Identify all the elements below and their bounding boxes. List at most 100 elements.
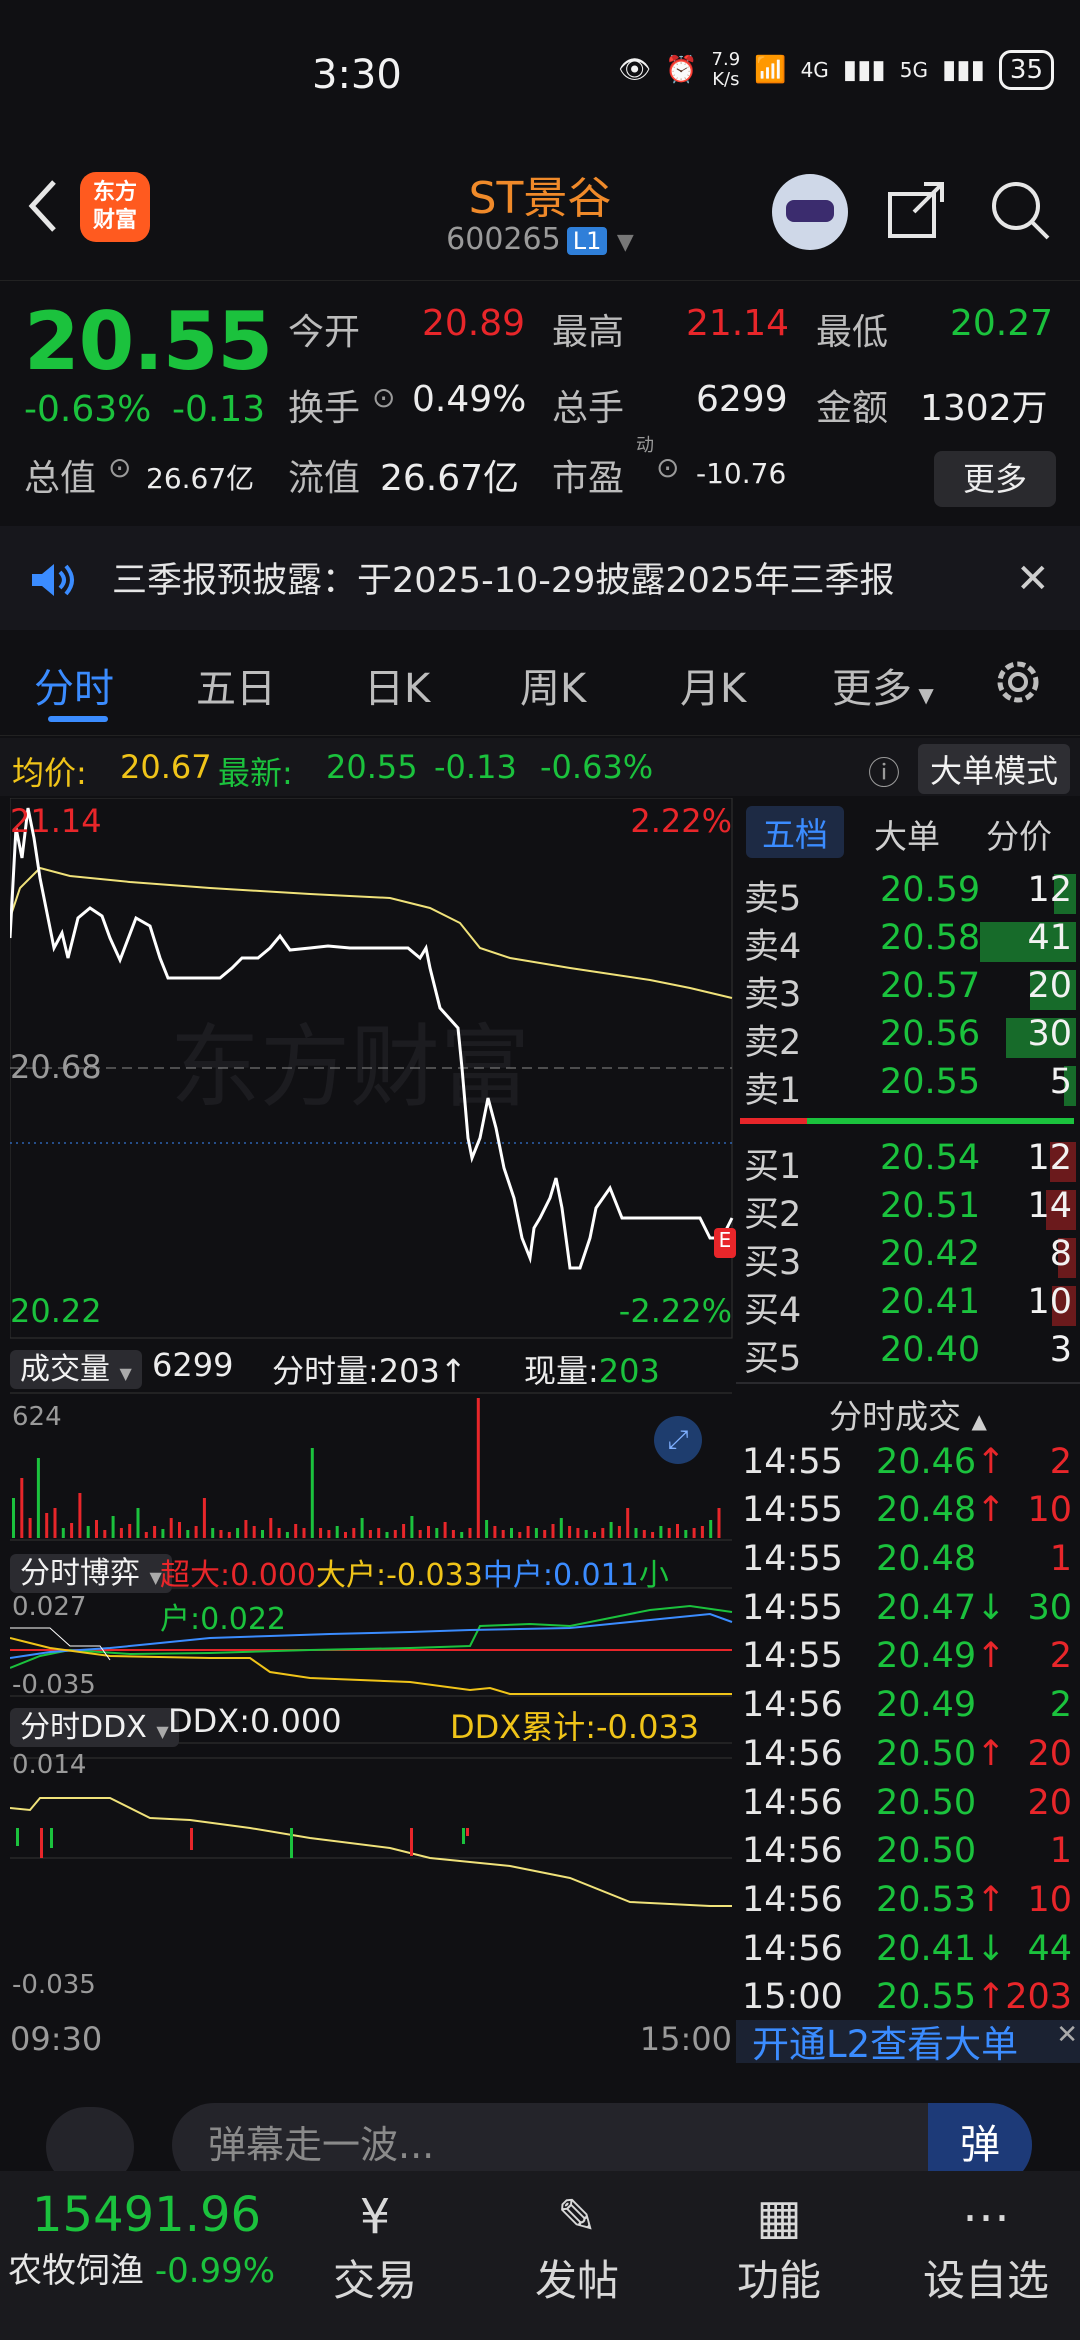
volume-bar bbox=[360, 1518, 364, 1538]
latest-chg: -0.13 bbox=[434, 748, 517, 786]
game-bottom-label: -0.035 bbox=[12, 1670, 96, 1700]
volume-bar bbox=[45, 1513, 49, 1538]
total-mv-label: 总值 bbox=[24, 458, 97, 499]
trade-row: 14:55 20.48↑ 10 bbox=[742, 1490, 1072, 1530]
bid-row[interactable]: 买3 20.42 8 bbox=[736, 1234, 1080, 1283]
volume-bar bbox=[427, 1526, 430, 1538]
ask-row[interactable]: 卖3 20.57 20 bbox=[736, 966, 1080, 1015]
eye-icon: 👁 bbox=[618, 55, 652, 85]
tab-big-order[interactable]: 大单 bbox=[874, 810, 940, 858]
robot-assistant-icon[interactable] bbox=[772, 174, 848, 250]
close-icon[interactable]: ✕ bbox=[1056, 2010, 1078, 2060]
tab-price-dist[interactable]: 分价 bbox=[986, 810, 1052, 858]
volume-bar bbox=[194, 1526, 198, 1538]
tab-five-level[interactable]: 五档 bbox=[746, 806, 844, 858]
float-mv-value: 26.67亿 bbox=[380, 458, 520, 499]
last-price: 20.55 bbox=[24, 295, 273, 388]
chart-tabs: 分时 五日 日K 周K 月K 更多 ▼ bbox=[0, 632, 1080, 736]
edit-icon: ✎ bbox=[556, 2189, 598, 2245]
nav-trade[interactable]: ¥ 交易 bbox=[300, 2187, 450, 2308]
ask-row[interactable]: 卖1 20.55 5 bbox=[736, 1062, 1080, 1111]
trade-row: 14:56 20.50↑ 20 bbox=[742, 1734, 1072, 1774]
game-top-label: 0.027 bbox=[12, 1592, 87, 1622]
tab-more[interactable]: 更多 ▼ bbox=[832, 656, 934, 714]
volume-bar bbox=[501, 1530, 505, 1538]
info-icon[interactable]: ⊙ bbox=[372, 381, 395, 414]
nav-functions[interactable]: ▦ 功能 bbox=[704, 2187, 854, 2308]
volume-bar bbox=[593, 1532, 596, 1538]
bid-row[interactable]: 买5 20.40 3 bbox=[736, 1330, 1080, 1379]
volume-bar bbox=[219, 1530, 223, 1538]
latest-label: 最新: bbox=[218, 754, 293, 792]
share-icon[interactable] bbox=[884, 178, 948, 246]
ask-row[interactable]: 卖4 20.58 41 bbox=[736, 918, 1080, 967]
caret-down-icon: ▼ bbox=[156, 1722, 169, 1741]
big-order-mode-button[interactable]: 大单模式 bbox=[917, 744, 1070, 794]
gear-icon[interactable] bbox=[990, 654, 1046, 714]
open-label: 今开 bbox=[288, 312, 361, 353]
volume-bar bbox=[626, 1508, 630, 1538]
search-icon[interactable] bbox=[988, 178, 1052, 246]
help-icon[interactable]: ⓘ bbox=[868, 748, 900, 794]
index-ticker[interactable]: 15491.96 农牧饲渔 -0.99% bbox=[8, 2187, 308, 2292]
trade-row: 14:55 20.47↓ 30 bbox=[742, 1588, 1072, 1628]
tick-volume: 分时量:203↑ bbox=[272, 1352, 467, 1390]
clock: 3:30 bbox=[312, 52, 402, 98]
price-bottom-label: 20.22 bbox=[10, 1292, 102, 1330]
more-button[interactable]: 更多 bbox=[934, 451, 1056, 507]
net-speed: 7.9 K/s bbox=[711, 49, 741, 90]
ddx-dropdown[interactable]: 分时DDX ▼ bbox=[10, 1702, 179, 1747]
ask-row[interactable]: 卖2 20.56 30 bbox=[736, 1014, 1080, 1063]
yen-cycle-icon: ¥ bbox=[359, 2189, 391, 2245]
bid-row[interactable]: 买4 20.41 10 bbox=[736, 1282, 1080, 1331]
close-icon[interactable]: ✕ bbox=[1016, 556, 1050, 602]
tab-daily-k[interactable]: 日K bbox=[364, 656, 430, 714]
volume-bar bbox=[634, 1528, 638, 1538]
notice-banner[interactable]: 三季报预披露：于2025-10-29披露2025年三季报 ✕ bbox=[0, 526, 1080, 630]
volume-bar bbox=[543, 1530, 547, 1538]
expand-icon[interactable]: ⤢ bbox=[654, 1416, 702, 1464]
volume-bar bbox=[12, 1498, 15, 1538]
tab-weekly-k[interactable]: 周K bbox=[520, 656, 586, 714]
nav-post[interactable]: ✎ 发帖 bbox=[502, 2187, 652, 2308]
volume-dropdown[interactable]: 成交量 ▼ bbox=[10, 1344, 142, 1389]
volume-label: 总手 bbox=[552, 388, 625, 429]
bid-row[interactable]: 买2 20.51 14 bbox=[736, 1186, 1080, 1235]
tab-five-day[interactable]: 五日 bbox=[196, 656, 276, 714]
info-icon-3[interactable]: ⊙ bbox=[656, 451, 679, 484]
info-icon-2[interactable]: ⊙ bbox=[108, 451, 131, 484]
volume-bar bbox=[584, 1530, 588, 1538]
volume-bar bbox=[510, 1528, 513, 1538]
order-book-tabs: 五档 大单 分价 bbox=[736, 798, 1080, 860]
volume-bar bbox=[95, 1520, 98, 1538]
volume-bar bbox=[518, 1532, 522, 1538]
trade-row: 14:55 20.48 1 bbox=[742, 1539, 1072, 1579]
tab-intraday[interactable]: 分时 bbox=[34, 656, 114, 714]
signal-bars-icon-2: ▮▮▮ bbox=[941, 55, 985, 85]
chart-area[interactable]: 东方财富 21.14 2.22% 20.68 20.22 -2.22% E 成交… bbox=[10, 798, 736, 2063]
amount-label: 金额 bbox=[816, 388, 889, 429]
float-mv-label: 流值 bbox=[288, 458, 361, 499]
bid-row[interactable]: 买1 20.54 12 bbox=[736, 1138, 1080, 1187]
volume-bar bbox=[659, 1526, 663, 1538]
tab-monthly-k[interactable]: 月K bbox=[680, 656, 746, 714]
volume-bar bbox=[692, 1528, 696, 1538]
order-book-panel: 五档 大单 分价 卖5 20.59 12 卖4 20.58 41 卖3 20.57 20 卖… bbox=[736, 798, 1080, 2070]
ddx-value: DDX:0.000 bbox=[168, 1702, 342, 1740]
trade-row: 14:55 20.46↑ 2 bbox=[742, 1442, 1072, 1482]
game-dropdown[interactable]: 分时博弈 ▼ bbox=[10, 1548, 172, 1593]
trade-row: 14:55 20.49↑ 2 bbox=[742, 1636, 1072, 1676]
volume-bar bbox=[576, 1528, 580, 1538]
volume-bar bbox=[617, 1526, 621, 1538]
nav-add-watchlist[interactable]: ⋯ 设自选 bbox=[906, 2187, 1066, 2308]
trades-title[interactable]: 分时成交 ▲ bbox=[736, 1390, 1080, 1438]
volume-bar bbox=[86, 1526, 90, 1538]
index-value: 15491.96 bbox=[32, 2187, 262, 2243]
volume-bar bbox=[601, 1528, 605, 1538]
volume-bar bbox=[144, 1532, 148, 1538]
ddx-bar bbox=[290, 1828, 293, 1858]
volume-bar bbox=[526, 1526, 530, 1538]
ask-row[interactable]: 卖5 20.59 12 bbox=[736, 870, 1080, 919]
volume-bar bbox=[20, 1478, 24, 1538]
end-marker: E bbox=[714, 1228, 736, 1258]
